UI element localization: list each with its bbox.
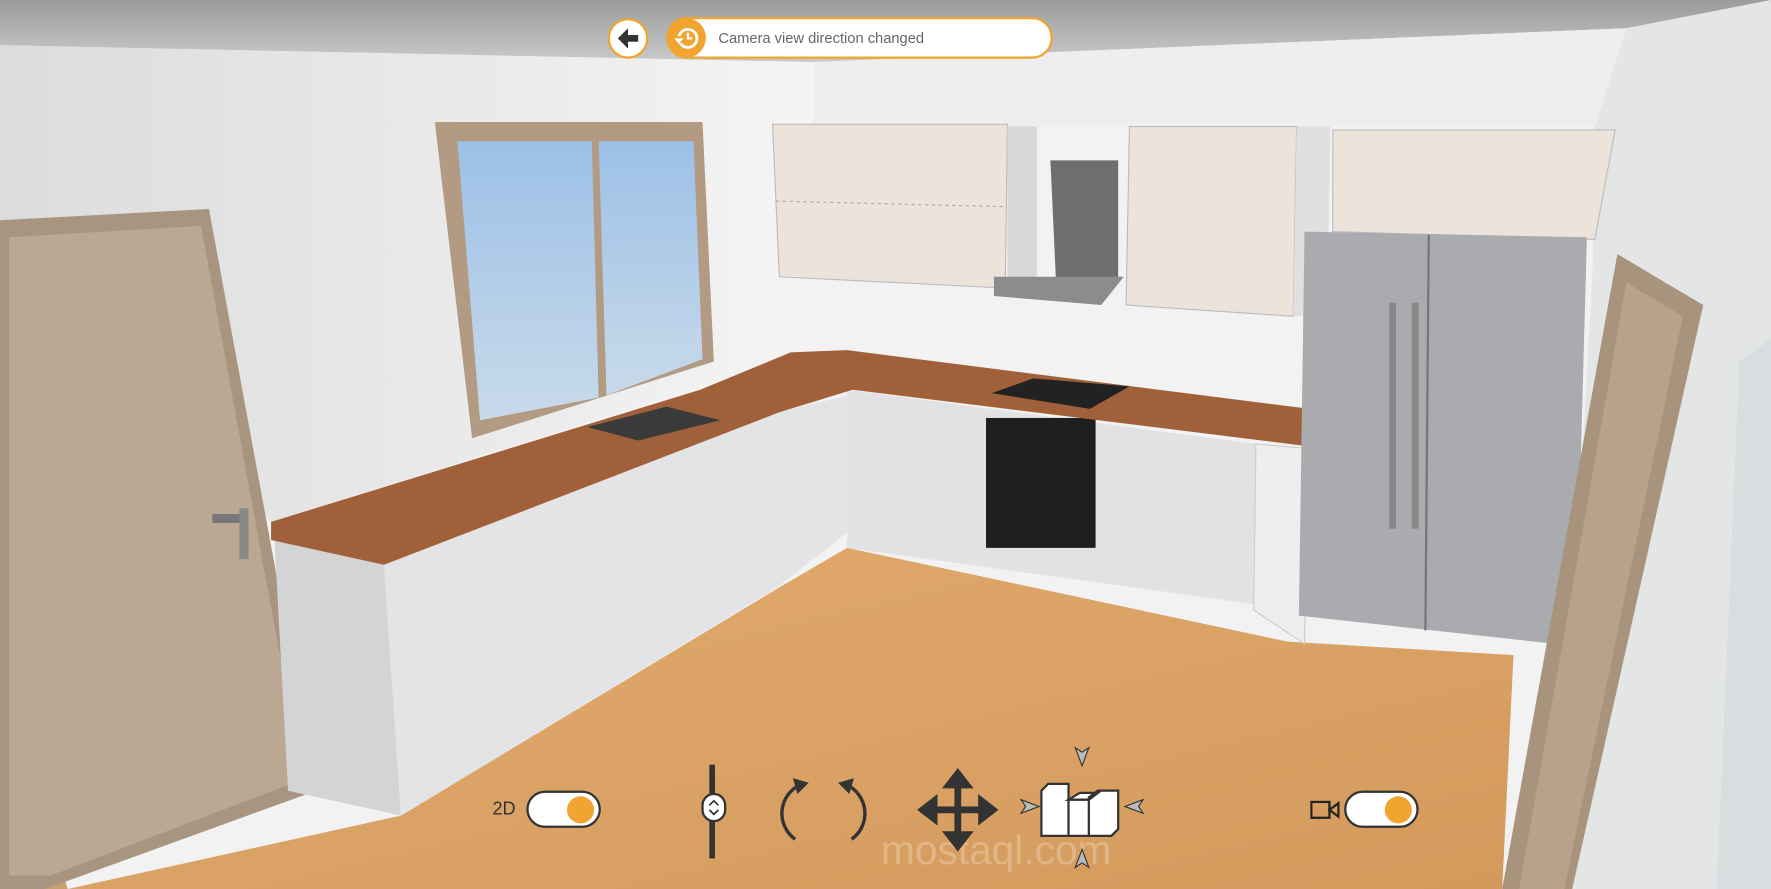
back-button[interactable]	[607, 18, 649, 59]
toggle-knob	[1384, 796, 1412, 824]
building-view-icon[interactable]	[1019, 745, 1146, 869]
notification-bar: Camera view direction changed	[666, 16, 1053, 59]
arrow-left-icon	[617, 28, 639, 49]
history-clock-icon	[666, 18, 706, 58]
view-2d-label: 2D	[492, 799, 516, 819]
notification-text: Camera view direction changed	[718, 29, 925, 47]
toggle-knob	[567, 796, 595, 824]
video-camera-icon	[1310, 800, 1340, 819]
view-2d-toggle[interactable]	[526, 790, 601, 828]
move-arrows-icon[interactable]	[915, 766, 1001, 854]
height-slider-handle[interactable]	[701, 792, 727, 823]
up-down-chevron-icon	[708, 799, 719, 816]
rotate-arrows-icon[interactable]	[775, 771, 872, 846]
camera-toggle[interactable]	[1344, 790, 1419, 828]
